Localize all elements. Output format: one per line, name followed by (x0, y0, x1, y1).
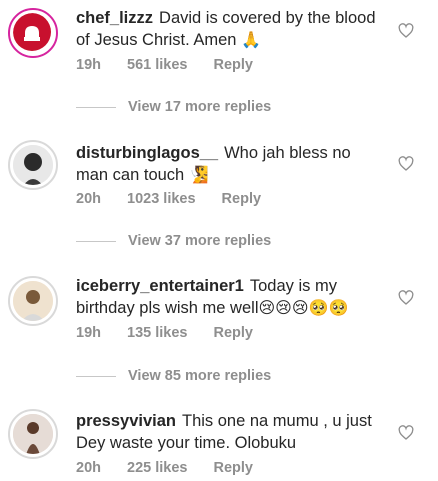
comment-meta: 19h 135 likes Reply (76, 325, 253, 341)
reply-button[interactable]: Reply (213, 57, 253, 73)
heart-icon[interactable] (398, 156, 414, 172)
comment-time: 20h (76, 460, 101, 476)
comment-meta: 20h 1023 likes Reply (76, 191, 261, 207)
reply-button[interactable]: Reply (213, 460, 253, 476)
avatar[interactable] (8, 409, 58, 459)
pray-emoji: 🙏 (241, 30, 261, 49)
view-replies-label: View 37 more replies (128, 233, 272, 249)
view-replies-button[interactable]: View 85 more replies (76, 366, 271, 386)
divider-line (76, 240, 116, 242)
view-replies-label: View 85 more replies (128, 368, 272, 384)
heart-icon[interactable] (398, 290, 414, 306)
view-replies-label: View 17 more replies (128, 99, 272, 115)
comment-likes[interactable]: 135 likes (127, 325, 187, 341)
comment-likes[interactable]: 225 likes (127, 460, 187, 476)
divider-line (76, 375, 116, 377)
comment-text: chef_lizzz David is covered by the blood … (76, 7, 376, 51)
comment-time: 20h (76, 191, 101, 207)
heart-icon[interactable] (398, 425, 414, 441)
view-replies-button[interactable]: View 37 more replies (76, 231, 271, 251)
profile-photo-icon (13, 414, 53, 454)
profile-photo-icon (13, 145, 53, 185)
comment-username[interactable]: disturbinglagos__ (76, 144, 218, 162)
gesture-emoji: 🧏 (188, 165, 209, 184)
comment-meta: 19h 561 likes Reply (76, 57, 253, 73)
view-replies-button[interactable]: View 17 more replies (76, 97, 271, 117)
reply-button[interactable]: Reply (222, 191, 262, 207)
comment-text: pressyvivian This one na mumu , u just De… (76, 410, 376, 454)
comment-text: iceberry_entertainer1 Today is my birthda… (76, 275, 376, 319)
comment-likes[interactable]: 1023 likes (127, 191, 196, 207)
comment-text: disturbinglagos__ Who jah bless no man ca… (76, 142, 376, 186)
avatar[interactable] (8, 276, 58, 326)
heart-icon[interactable] (398, 23, 414, 39)
comment-meta: 20h 225 likes Reply (76, 460, 253, 476)
comment-username[interactable]: pressyvivian (76, 412, 176, 430)
comment-username[interactable]: chef_lizzz (76, 9, 153, 27)
comment-username[interactable]: iceberry_entertainer1 (76, 277, 244, 295)
comment-time: 19h (76, 57, 101, 73)
chef-logo-icon (13, 13, 51, 51)
profile-photo-icon (13, 281, 53, 321)
avatar[interactable] (8, 8, 58, 58)
divider-line (76, 106, 116, 108)
crying-emoji: 😢😢😢🥺🥺 (258, 298, 349, 317)
avatar[interactable] (8, 140, 58, 190)
comment-likes[interactable]: 561 likes (127, 57, 187, 73)
comment-time: 19h (76, 325, 101, 341)
reply-button[interactable]: Reply (213, 325, 253, 341)
